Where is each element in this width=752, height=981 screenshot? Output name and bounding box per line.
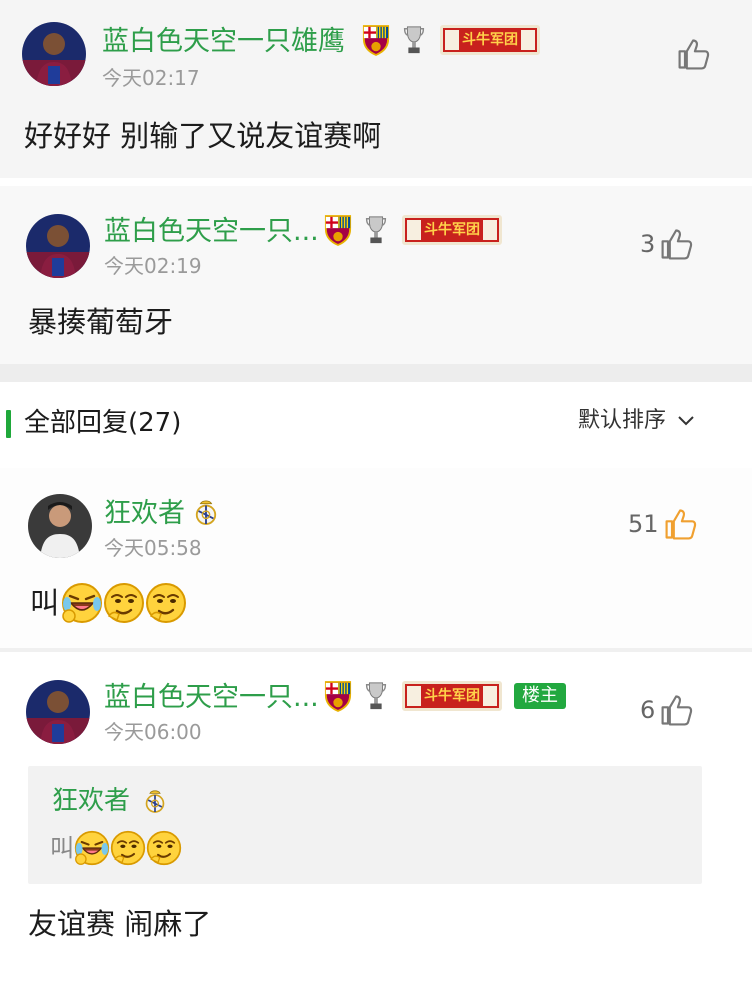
trophy-icon <box>364 215 388 245</box>
like-button[interactable]: 6 <box>640 692 695 728</box>
reply-text: 友谊赛 闹麻了 <box>28 907 212 941</box>
laughing-emoji <box>61 582 103 624</box>
avatar[interactable] <box>28 494 92 558</box>
like-button[interactable]: 51 <box>628 506 699 542</box>
section-divider <box>0 364 752 382</box>
owner-badge: 楼主 <box>514 683 566 709</box>
reply-text: 叫 <box>30 585 60 620</box>
trophy-icon <box>402 25 426 55</box>
quoted-text: 叫 <box>50 834 74 862</box>
chevron-down-icon <box>678 416 694 426</box>
comment-text: 好好好 别输了又说友谊赛啊 <box>24 119 382 153</box>
timestamp: 今天02:19 <box>104 254 202 278</box>
like-count: 51 <box>628 510 659 538</box>
smirk-emoji <box>103 582 145 624</box>
timestamp: 今天06:00 <box>104 720 202 744</box>
smirk-emoji <box>110 830 146 866</box>
author-name[interactable]: 狂欢者 <box>104 500 185 527</box>
like-button[interactable] <box>676 36 712 72</box>
replies-title: 全部回复(27) <box>24 408 182 438</box>
badges: 斗牛军团 <box>362 24 540 56</box>
real-madrid-crest-icon <box>144 788 166 814</box>
avatar[interactable] <box>26 680 90 744</box>
reply-block-1: 狂欢者 今天05:58 51 叫 <box>0 468 752 648</box>
reply-block-2: 蓝白色天空一只... 斗牛军团 楼主 今天06:00 6 狂欢者 叫 友谊赛 闹… <box>0 652 752 981</box>
thumbs-up-icon <box>659 226 695 262</box>
replies-header: 全部回复(27) 默认排序 <box>0 382 752 468</box>
quoted-content: 叫 <box>50 830 182 866</box>
smirk-emoji <box>145 582 187 624</box>
thumbs-up-icon <box>676 36 712 72</box>
comment-text: 暴揍葡萄牙 <box>28 305 174 339</box>
barcelona-crest-icon <box>324 680 352 712</box>
laughing-emoji <box>74 830 110 866</box>
author-name[interactable]: 蓝白色天空一只... <box>104 684 319 711</box>
reply-content: 叫 <box>30 582 187 624</box>
timestamp: 今天05:58 <box>104 536 202 560</box>
badges: 斗牛军团 楼主 <box>324 680 566 712</box>
fan-club-scarf-badge: 斗牛军团 <box>440 25 540 55</box>
author-name[interactable]: 蓝白色天空一只雄鹰 <box>102 28 345 55</box>
thumbs-up-icon <box>663 506 699 542</box>
comment-block-1: 蓝白色天空一只雄鹰 斗牛军团 今天02:17 好好好 别输了又说友谊赛啊 <box>0 0 752 178</box>
avatar[interactable] <box>26 214 90 278</box>
comment-block-2: 蓝白色天空一只... 斗牛军团 今天02:19 3 暴揍葡萄牙 <box>0 186 752 364</box>
quoted-reply[interactable]: 狂欢者 叫 <box>28 766 702 884</box>
author-name[interactable]: 蓝白色天空一只... <box>104 218 319 245</box>
avatar[interactable] <box>22 22 86 86</box>
sort-dropdown[interactable]: 默认排序 <box>578 410 696 432</box>
sort-label: 默认排序 <box>578 408 667 433</box>
timestamp: 今天02:17 <box>102 66 200 90</box>
like-button[interactable]: 3 <box>640 226 695 262</box>
real-madrid-crest-icon <box>194 498 218 526</box>
barcelona-crest-icon <box>362 24 390 56</box>
like-count: 6 <box>640 696 656 724</box>
smirk-emoji <box>146 830 182 866</box>
fan-club-scarf-badge: 斗牛军团 <box>402 215 502 245</box>
barcelona-crest-icon <box>324 214 352 246</box>
thumbs-up-icon <box>659 692 695 728</box>
trophy-icon <box>364 681 388 711</box>
section-accent-bar <box>6 410 11 438</box>
quoted-author[interactable]: 狂欢者 <box>52 788 130 814</box>
fan-club-scarf-badge: 斗牛军团 <box>402 681 502 711</box>
like-count: 3 <box>640 230 656 258</box>
badges: 斗牛军团 <box>324 214 502 246</box>
